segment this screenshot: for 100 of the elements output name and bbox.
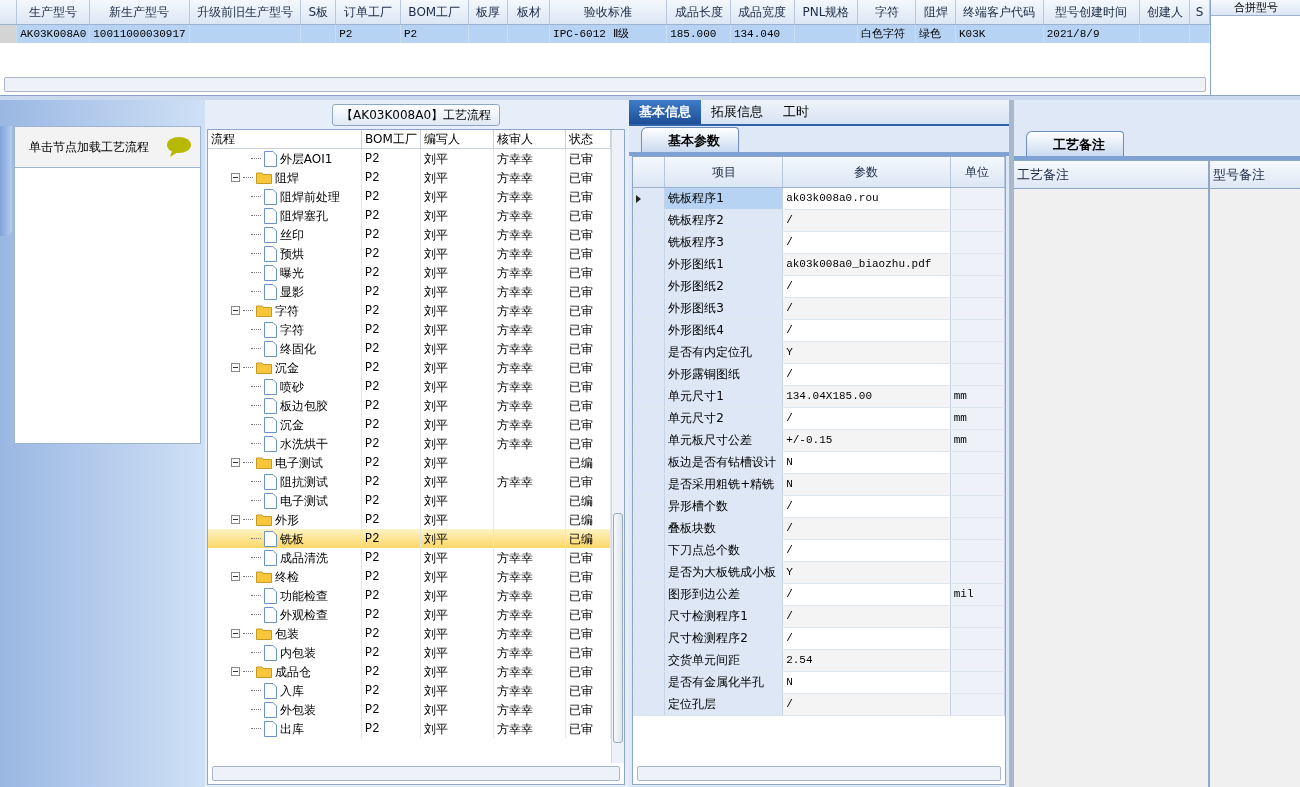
- tree-node-label[interactable]: 阻焊前处理: [279, 187, 340, 206]
- tree-node-label[interactable]: 外层AOI1: [279, 149, 333, 168]
- horizontal-scrollbar[interactable]: [637, 766, 1001, 781]
- tree-node-label[interactable]: 包装: [274, 624, 299, 643]
- table-cell: P2: [364, 190, 380, 204]
- column-header[interactable]: 项目: [664, 157, 783, 187]
- tab[interactable]: 基本信息: [629, 100, 702, 124]
- horizontal-scrollbar[interactable]: [4, 77, 1206, 92]
- tree-node-label[interactable]: 终固化: [279, 339, 316, 358]
- tree-node-label[interactable]: 终检: [274, 567, 299, 586]
- column-header[interactable]: 成品宽度: [730, 0, 795, 24]
- tree-node-label[interactable]: 电子测试: [274, 453, 323, 472]
- tree-node-label[interactable]: 阻抗测试: [279, 472, 328, 491]
- column-header[interactable]: 参数: [782, 157, 951, 187]
- selected-row-highlight[interactable]: 铣板 P2 刘平 已编: [207, 529, 611, 548]
- column-header[interactable]: 核审人: [496, 132, 533, 146]
- collapse-icon[interactable]: [230, 363, 240, 372]
- table-cell: 方幸幸: [496, 170, 533, 185]
- document-icon: [263, 340, 277, 357]
- table-cell: /: [786, 587, 793, 600]
- table-cell: mm: [953, 411, 967, 424]
- table-cell: /: [786, 543, 793, 556]
- tree-node-label[interactable]: 出库: [279, 719, 304, 738]
- tree-node-label[interactable]: 电子测试: [279, 491, 328, 510]
- tab[interactable]: 工时: [773, 100, 820, 124]
- table-cell: 叠板块数: [668, 521, 717, 535]
- column-header[interactable]: 终端客户代码: [955, 0, 1044, 24]
- column-header[interactable]: 型号创建时间: [1043, 0, 1140, 24]
- collapse-icon[interactable]: [230, 306, 240, 315]
- column-header[interactable]: 新生产型号: [89, 0, 190, 24]
- tree-node-label[interactable]: 成品清洗: [279, 548, 328, 567]
- document-icon: [263, 378, 277, 395]
- table-cell: 已审: [569, 227, 594, 242]
- column-header[interactable]: S: [1189, 0, 1210, 24]
- tree-node-label[interactable]: 阻焊: [274, 168, 299, 187]
- tree-node-label[interactable]: 喷砂: [279, 377, 304, 396]
- column-header[interactable]: BOM工厂: [400, 0, 469, 24]
- column-header[interactable]: PNL规格: [794, 0, 858, 24]
- column-header[interactable]: 成品长度: [666, 0, 731, 24]
- tree-node-label[interactable]: 沉金: [279, 415, 304, 434]
- tree-node-label[interactable]: 丝印: [279, 225, 304, 244]
- table-cell: P2: [364, 437, 380, 451]
- column-header[interactable]: 创建人: [1139, 0, 1190, 24]
- tab[interactable]: 拓展信息: [701, 100, 774, 124]
- tree-node-label[interactable]: 外观检查: [279, 605, 328, 624]
- column-header[interactable]: S板: [300, 0, 336, 24]
- table-cell: 尺寸检测程序2: [668, 631, 748, 645]
- horizontal-scrollbar[interactable]: [211, 766, 621, 781]
- tree-node-label[interactable]: 成品仓: [274, 662, 311, 681]
- tree-node-label[interactable]: 外形: [274, 510, 299, 529]
- column-header[interactable]: 验收标准: [549, 0, 667, 24]
- table-cell: 方幸幸: [496, 341, 533, 356]
- column-header[interactable]: 状态: [569, 132, 594, 146]
- column-header[interactable]: 生产型号: [16, 0, 90, 24]
- subtab[interactable]: 基本参数: [641, 126, 740, 152]
- tree-node-label[interactable]: 预烘: [279, 244, 304, 263]
- tree-node-label[interactable]: 字符: [279, 320, 304, 339]
- table-cell: 刘平: [423, 588, 448, 603]
- table-cell: 刘平: [423, 436, 448, 451]
- collapse-icon[interactable]: [230, 572, 240, 581]
- column-header[interactable]: 订单工厂: [335, 0, 401, 24]
- tree-node-label[interactable]: 板边包胶: [279, 396, 328, 415]
- tree-node-label[interactable]: 显影: [279, 282, 304, 301]
- document-icon: [263, 416, 277, 433]
- column-header[interactable]: 单位: [950, 157, 1005, 187]
- tree-node-label[interactable]: 铣板: [279, 529, 304, 548]
- collapse-icon[interactable]: [230, 667, 240, 676]
- tree-node-label[interactable]: 水洗烘干: [279, 434, 328, 453]
- table-cell: 异形槽个数: [668, 499, 729, 513]
- tree-node-label[interactable]: 内包装: [279, 643, 316, 662]
- table-cell: P2: [364, 171, 380, 185]
- column-header[interactable]: 编写人: [423, 132, 460, 146]
- tree-node-label[interactable]: 字符: [274, 301, 299, 320]
- collapse-icon[interactable]: [230, 629, 240, 638]
- table-cell: 已审: [569, 417, 594, 432]
- table-cell: 已审: [569, 645, 594, 660]
- tree-node-label[interactable]: 阻焊塞孔: [279, 206, 328, 225]
- document-icon: [263, 606, 277, 623]
- column-header[interactable]: 字符: [857, 0, 916, 24]
- tree-node-label[interactable]: 外包装: [279, 700, 316, 719]
- tree-node-label[interactable]: 入库: [279, 681, 304, 700]
- tree-node-label[interactable]: 功能检查: [279, 586, 328, 605]
- column-header[interactable]: 升级前旧生产型号: [189, 0, 301, 24]
- collapse-icon[interactable]: [230, 515, 240, 524]
- table-cell: 方幸幸: [496, 227, 533, 242]
- column-header[interactable]: 流程: [210, 132, 235, 146]
- table-cell: 是否有内定位孔: [668, 345, 753, 359]
- column-header[interactable]: 阻焊: [915, 0, 956, 24]
- column-header[interactable]: 型号备注: [1210, 161, 1300, 189]
- column-header[interactable]: 工艺备注: [1014, 161, 1208, 189]
- tree-node-label[interactable]: 沉金: [274, 358, 299, 377]
- collapse-icon[interactable]: [230, 173, 240, 182]
- column-header[interactable]: 板厚: [468, 0, 508, 24]
- table-cell: P2: [364, 608, 380, 622]
- table-cell: 方幸幸: [496, 550, 533, 565]
- collapse-icon[interactable]: [230, 458, 240, 467]
- table-cell: /: [786, 279, 793, 292]
- column-header[interactable]: 板材: [507, 0, 550, 24]
- tree-node-label[interactable]: 曝光: [279, 263, 304, 282]
- subtab[interactable]: 工艺备注: [1026, 130, 1124, 156]
